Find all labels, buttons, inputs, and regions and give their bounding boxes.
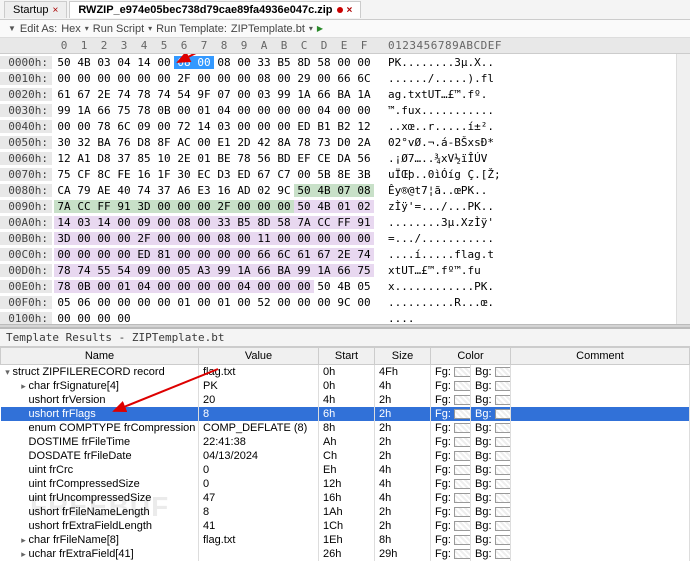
hex-row[interactable]: 0030h:991A6675780B00010400000000040000™.… (0, 102, 690, 118)
close-icon[interactable]: × (52, 5, 58, 16)
hex-row[interactable]: 00A0h:140314000900080033B58D587ACCFF91..… (0, 214, 690, 230)
ascii: x............PK. (382, 280, 494, 293)
table-row[interactable]: ushort frVersion204h2hFg: Bg: (1, 393, 690, 407)
template-results: Template Results - ZIPTemplate.bt Name V… (0, 328, 690, 561)
ascii: PK........3µ.X.. (382, 56, 494, 69)
tab-startup-label: Startup (13, 4, 48, 16)
offset: 0020h: (0, 88, 52, 101)
hex-editor: 0123456789ABCDEF 0123456789ABCDEF 0000h:… (0, 38, 690, 324)
tab-file[interactable]: RWZIP_e974e05bec738d79cae89fa4936e047c.z… (69, 1, 361, 18)
hex-row[interactable]: 00B0h:3D0000002F0000000800110000000000=.… (0, 230, 690, 246)
table-row[interactable]: enum COMPTYPE frCompressionCOMP_DEFLATE … (1, 421, 690, 435)
hex-row[interactable]: 00F0h:05060000000001000100520000009C00..… (0, 294, 690, 310)
table-row[interactable]: DOSTIME frFileTime22:41:38Ah2hFg: Bg: (1, 435, 690, 449)
offset: 00C0h: (0, 248, 52, 261)
edit-as-mode[interactable]: Hex (61, 23, 81, 35)
offset: 0080h: (0, 184, 52, 197)
ascii: ag.txtUT…£™.fº. (382, 88, 487, 101)
ascii: ..........R...œ. (382, 296, 494, 309)
col-name[interactable]: Name (1, 348, 199, 365)
offset: 0030h: (0, 104, 52, 117)
run-script-label[interactable]: Run Script (93, 23, 144, 35)
offset: 00F0h: (0, 296, 52, 309)
offset: 0000h: (0, 56, 52, 69)
ascii: zÌÿ'=.../...PK.. (382, 200, 494, 213)
ascii: ....../.....).fl (382, 72, 494, 85)
offset: 00B0h: (0, 232, 52, 245)
chevron-down-icon[interactable]: ▾ (85, 24, 89, 33)
chevron-down-icon[interactable]: ▾ (309, 24, 313, 33)
hex-row[interactable]: 0000h:504B030414000800080033B58D580000PK… (0, 54, 690, 70)
table-row[interactable]: ushort frFlags86h2hFg: Bg: (1, 407, 690, 421)
table-row[interactable]: ▾struct ZIPFILERECORD recordflag.txt0h4F… (1, 365, 690, 380)
hex-row[interactable]: 0100h:00000000 .... (0, 310, 690, 324)
col-color[interactable]: Color (431, 348, 511, 365)
hex-row[interactable]: 0070h:75CF8CFE161F30ECD3ED67C7005B8E3BuÏ… (0, 166, 690, 182)
hex-row[interactable]: 0060h:12A1D83785102E01BE7856BDEFCEDA56.¡… (0, 150, 690, 166)
hex-column-header: 0123456789ABCDEF 0123456789ABCDEF (0, 38, 690, 54)
table-row[interactable]: ▸char frSignature[4]PK0h4hFg: Bg: (1, 379, 690, 393)
hex-row[interactable]: 0050h:3032BA76D88FAC00E12D428A7873D02A02… (0, 134, 690, 150)
hex-row[interactable]: 00E0h:780B0001040000000004000000504B05x.… (0, 278, 690, 294)
editor-toolbar: ▼ Edit As: Hex ▾ Run Script ▾ Run Templa… (0, 20, 690, 38)
table-row[interactable]: ushort frFileNameLength81Ah2hFg: Bg: (1, 505, 690, 519)
edit-as-label: Edit As: (20, 23, 57, 35)
ascii: 02°vØ.¬.á-BŠxsÐ* (382, 136, 494, 149)
col-size[interactable]: Size (375, 348, 431, 365)
template-name[interactable]: ZIPTemplate.bt (231, 23, 305, 35)
offset: 0040h: (0, 120, 52, 133)
offset: 0070h: (0, 168, 52, 181)
ascii: ..xœ..r.....í±². (382, 120, 494, 133)
offset: 00A0h: (0, 216, 52, 229)
table-row[interactable]: uint frCrc0Eh4hFg: Bg: (1, 463, 690, 477)
scrollbar[interactable] (676, 54, 690, 324)
ascii: xtUT…£™.fº™.fu (382, 264, 481, 277)
ascii: Êy®@t7¦ã.­.œPK.. (382, 184, 487, 197)
results-grid[interactable]: Name Value Start Size Color Comment ▾str… (0, 347, 690, 561)
close-icon[interactable]: × (347, 5, 353, 16)
hex-row[interactable]: 0010h:0000000000002F00000008002900666C..… (0, 70, 690, 86)
ascii: ™.fux........... (382, 104, 494, 117)
hex-row[interactable]: 00D0h:78745554090005A3991A66BA991A6675xt… (0, 262, 690, 278)
ascii-header: 0123456789ABCDEF (382, 39, 502, 52)
table-row[interactable]: ▸char frFileName[8]flag.txt1Eh8hFg: Bg: (1, 533, 690, 547)
offset: 00E0h: (0, 280, 52, 293)
table-row[interactable]: uint frCompressedSize012h4hFg: Bg: (1, 477, 690, 491)
hex-row[interactable]: 0040h:0000786C0900721403000000EDB1B212..… (0, 118, 690, 134)
run-template-label[interactable]: Run Template: (156, 23, 227, 35)
offset: 0090h: (0, 200, 52, 213)
modified-icon (337, 7, 343, 13)
ascii: .... (382, 312, 415, 325)
chevron-down-icon[interactable]: ▾ (148, 24, 152, 33)
tab-bar: Startup × RWZIP_e974e05bec738d79cae89fa4… (0, 0, 690, 20)
offset: 00D0h: (0, 264, 52, 277)
ascii: ........3µ.XzÌÿ' (382, 216, 494, 229)
table-row[interactable]: DOSDATE frFileDate04/13/2024Ch2hFg: Bg: (1, 449, 690, 463)
ascii: =.../........... (382, 232, 494, 245)
results-title: Template Results - ZIPTemplate.bt (0, 329, 690, 347)
table-row[interactable]: ▸uchar frExtraField[41]26h29hFg: Bg: (1, 547, 690, 561)
ascii: .¡Ø7…..¾xV½ïÎÚV (382, 152, 487, 165)
offset: 0100h: (0, 312, 52, 325)
col-value[interactable]: Value (199, 348, 319, 365)
chevron-down-icon[interactable]: ▼ (8, 24, 16, 33)
offset: 0010h: (0, 72, 52, 85)
play-icon[interactable]: ▶ (317, 24, 323, 33)
ascii: ....í.....flag.t (382, 248, 494, 261)
hex-row[interactable]: 0090h:7ACCFF913D0000002F000000504B0102zÌ… (0, 198, 690, 214)
col-comment[interactable]: Comment (511, 348, 690, 365)
table-row[interactable]: ushort frExtraFieldLength411Ch2hFg: Bg: (1, 519, 690, 533)
tab-file-label: RWZIP_e974e05bec738d79cae89fa4936e047c.z… (78, 4, 332, 16)
offset: 0060h: (0, 152, 52, 165)
hex-row[interactable]: 0020h:61672E747874549F070003991A66BA1Aag… (0, 86, 690, 102)
hex-row[interactable]: 0080h:CA79AE407437A6E316AD029C504B0708Êy… (0, 182, 690, 198)
table-row[interactable]: uint frUncompressedSize4716h4hFg: Bg: (1, 491, 690, 505)
offset: 0050h: (0, 136, 52, 149)
col-start[interactable]: Start (319, 348, 375, 365)
ascii: uÏŒþ..0ìÓíg Ç.[Ž; (382, 168, 501, 181)
hex-row[interactable]: 00C0h:00000000ED8100000000666C61672E74..… (0, 246, 690, 262)
hex-body[interactable]: 0000h:504B030414000800080033B58D580000PK… (0, 54, 690, 324)
tab-startup[interactable]: Startup × (4, 1, 67, 18)
